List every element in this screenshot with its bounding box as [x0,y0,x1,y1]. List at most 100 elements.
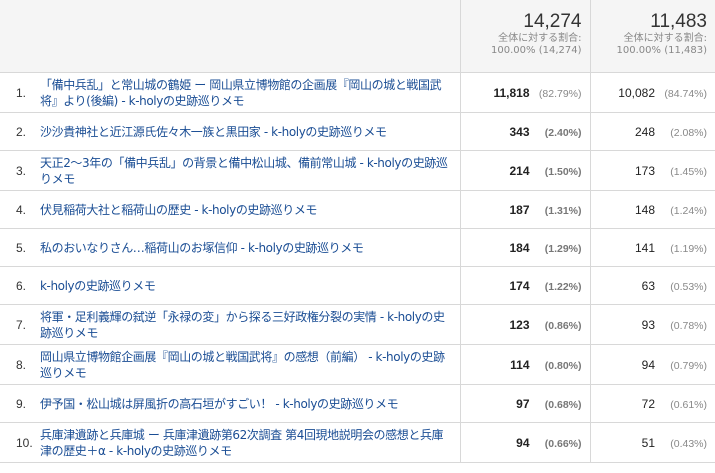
metric2-cell: 141 (1.19%) [589,228,715,267]
metric2-percent: (0.43%) [670,437,707,450]
metric1-percent: (0.68%) [544,398,582,411]
metric1-share-value: 100.00% (14,274) [491,45,582,56]
row-index: 4. [0,190,34,229]
table-row: 8. 岡山県立博物館企画展『岡山の城と戦国武将』の感想（前編） - k-holy… [0,344,715,385]
metric1-percent: (1.31%) [544,204,582,217]
row-title-cell: 天正2～3年の「備中兵乱」の背景と備中松山城、備前常山城 - k-holyの史跡… [34,150,460,191]
page-title-link[interactable]: k-holyの史跡巡りメモ [40,279,156,293]
metric2-value: 63 [641,278,655,293]
metric1-value: 174 [509,278,530,293]
metric2-share-label: 全体に対する割合: [623,33,707,44]
metric2-cell: 51 (0.43%) [589,422,715,463]
row-title-cell: 沙沙貴神社と近江源氏佐々木一族と黒田家 - k-holyの史跡巡りメモ [34,112,460,151]
metric1-cell: 184 (1.29%) [459,228,590,267]
metric2-value: 141 [634,240,655,255]
table-row: 5. 私のおいなりさん…稲荷山のお塚信仰 - k-holyの史跡巡りメモ 184… [0,228,715,267]
metric2-share-value: 100.00% (11,483) [616,45,707,56]
page-title-link[interactable]: 天正2～3年の「備中兵乱」の背景と備中松山城、備前常山城 - k-holyの史跡… [40,156,448,186]
metric2-value: 148 [634,202,655,217]
metric1-value: 123 [509,317,530,332]
metric2-total: 11,483 [650,11,707,32]
page-title-link[interactable]: 沙沙貴神社と近江源氏佐々木一族と黒田家 - k-holyの史跡巡りメモ [40,125,387,139]
metric1-percent: (82.79%) [538,87,582,100]
row-title-cell: 伊予国・松山城は屏風折の高石垣がすごい！ - k-holyの史跡巡りメモ [34,384,460,423]
metric1-cell: 94 (0.66%) [459,422,590,463]
metric1-cell: 174 (1.22%) [459,266,590,305]
metric1-header: 14,274 全体に対する割合: 100.00% (14,274) [459,0,590,73]
metric2-header: 11,483 全体に対する割合: 100.00% (11,483) [589,0,715,73]
row-index: 2. [0,112,34,151]
metric2-percent: (0.61%) [670,398,707,411]
row-title-cell: 兵庫津遺跡と兵庫城 ー 兵庫津遺跡第62次調査 第4回現地説明会の感想と兵庫津の… [34,422,460,463]
row-title-cell: 将軍・足利義輝の弑逆「永禄の変」から探る三好政権分裂の実情 - k-holyの史… [34,304,460,345]
metric2-percent: (84.74%) [664,87,707,100]
row-index: 9. [0,384,34,423]
metric1-cell: 187 (1.31%) [459,190,590,229]
page-title-link[interactable]: 岡山県立博物館企画展『岡山の城と戦国武将』の感想（前編） - k-holyの史跡… [40,350,445,380]
report-table: 14,274 全体に対する割合: 100.00% (14,274) 11,483… [0,0,715,463]
metric2-value: 248 [634,124,655,139]
row-index: 10. [0,422,34,463]
metric1-percent: (1.50%) [544,165,582,178]
metric1-percent: (1.29%) [544,242,582,255]
metric2-value: 72 [641,396,655,411]
page-title-link[interactable]: 私のおいなりさん…稲荷山のお塚信仰 - k-holyの史跡巡りメモ [40,241,364,255]
metric1-cell: 11,818 (82.79%) [459,72,590,113]
metric1-percent: (0.86%) [544,319,582,332]
metric2-percent: (0.53%) [670,280,707,293]
metric2-percent: (2.08%) [670,126,707,139]
metric2-percent: (1.45%) [670,165,707,178]
metric2-cell: 173 (1.45%) [589,150,715,191]
metric1-percent: (1.22%) [544,280,582,293]
metric1-value: 11,818 [493,85,530,100]
row-index: 6. [0,266,34,305]
metric2-cell: 10,082 (84.74%) [589,72,715,113]
metric2-cell: 63 (0.53%) [589,266,715,305]
metric2-percent: (1.24%) [670,204,707,217]
page-title-link[interactable]: 将軍・足利義輝の弑逆「永禄の変」から探る三好政権分裂の実情 - k-holyの史… [40,310,445,340]
row-title-cell: k-holyの史跡巡りメモ [34,266,460,305]
table-row: 4. 伏見稲荷大社と稲荷山の歴史 - k-holyの史跡巡りメモ 187 (1.3… [0,190,715,229]
metric1-cell: 123 (0.86%) [459,304,590,345]
metric1-value: 97 [516,396,530,411]
page-title-link[interactable]: 伊予国・松山城は屏風折の高石垣がすごい！ - k-holyの史跡巡りメモ [40,397,399,411]
row-title-cell: 伏見稲荷大社と稲荷山の歴史 - k-holyの史跡巡りメモ [34,190,460,229]
metric1-share-label: 全体に対する割合: [498,33,582,44]
header-index-cell [0,0,34,73]
metric1-percent: (0.66%) [544,437,582,450]
row-title-cell: 「備中兵乱」と常山城の鶴姫 ー 岡山県立博物館の企画展『岡山の城と戦国武将』より… [34,72,460,113]
row-index: 7. [0,304,34,345]
metric2-value: 94 [641,357,655,372]
table-row: 1. 「備中兵乱」と常山城の鶴姫 ー 岡山県立博物館の企画展『岡山の城と戦国武将… [0,72,715,113]
metric1-value: 114 [510,357,530,372]
table-row: 10. 兵庫津遺跡と兵庫城 ー 兵庫津遺跡第62次調査 第4回現地説明会の感想と… [0,422,715,463]
metric1-value: 184 [509,240,530,255]
metric2-value: 10,082 [618,85,655,100]
row-title-cell: 岡山県立博物館企画展『岡山の城と戦国武将』の感想（前編） - k-holyの史跡… [34,344,460,385]
metric2-value: 93 [641,317,655,332]
page-title-link[interactable]: 兵庫津遺跡と兵庫城 ー 兵庫津遺跡第62次調査 第4回現地説明会の感想と兵庫津の… [40,428,444,458]
row-index: 1. [0,72,34,113]
metric1-total: 14,274 [523,11,582,32]
row-index: 8. [0,344,34,385]
metric1-value: 214 [509,163,530,178]
metric2-value: 173 [634,163,655,178]
metric2-percent: (0.79%) [670,359,707,372]
row-index: 3. [0,150,34,191]
metric2-cell: 148 (1.24%) [589,190,715,229]
metric1-cell: 214 (1.50%) [459,150,590,191]
metric1-percent: (2.40%) [544,126,582,139]
table-row: 3. 天正2～3年の「備中兵乱」の背景と備中松山城、備前常山城 - k-holy… [0,150,715,191]
metric2-percent: (0.78%) [670,319,707,332]
page-title-link[interactable]: 「備中兵乱」と常山城の鶴姫 ー 岡山県立博物館の企画展『岡山の城と戦国武将』より… [40,78,442,108]
metric2-cell: 94 (0.79%) [589,344,715,385]
metric1-cell: 97 (0.68%) [459,384,590,423]
metric1-value: 343 [509,124,530,139]
row-title-cell: 私のおいなりさん…稲荷山のお塚信仰 - k-holyの史跡巡りメモ [34,228,460,267]
page-title-link[interactable]: 伏見稲荷大社と稲荷山の歴史 - k-holyの史跡巡りメモ [40,203,317,217]
header-title-cell [34,0,460,73]
metric2-value: 51 [641,435,655,450]
metric1-cell: 114 (0.80%) [459,344,590,385]
metric1-value: 94 [516,435,530,450]
table-row: 9. 伊予国・松山城は屏風折の高石垣がすごい！ - k-holyの史跡巡りメモ … [0,384,715,423]
